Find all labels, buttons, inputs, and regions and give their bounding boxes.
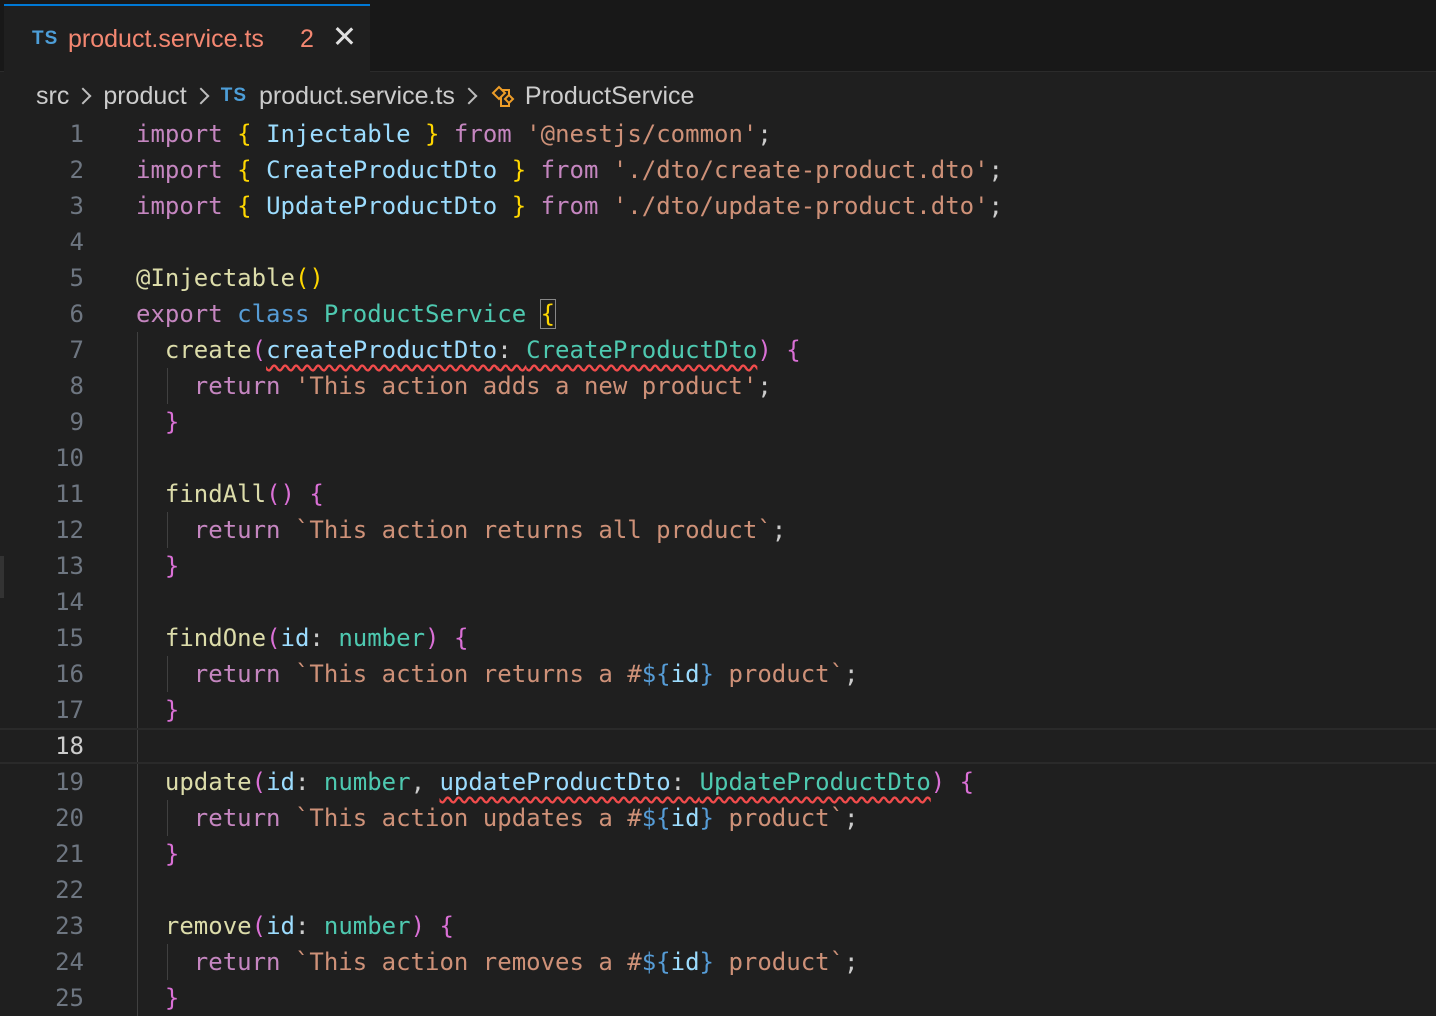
code-line[interactable]: 11 findAll() {	[0, 476, 1436, 512]
current-line[interactable]: 18	[0, 728, 1436, 764]
code-line[interactable]: 23 remove(id: number) {	[0, 908, 1436, 944]
line-code: }	[164, 408, 180, 436]
line-number: 1	[69, 120, 84, 148]
code-line[interactable]: 22	[0, 872, 1436, 908]
line-number: 3	[69, 192, 84, 220]
tab-product-service[interactable]: TS product.service.ts 2	[4, 4, 370, 72]
line-code: return `This action removes a #${id} pro…	[193, 948, 859, 976]
line-code: remove(id: number) {	[164, 912, 454, 940]
line-number: 18	[55, 732, 84, 760]
line-number: 11	[55, 480, 84, 508]
code-line[interactable]: 24 return `This action removes a #${id} …	[0, 944, 1436, 980]
line-number: 14	[55, 588, 84, 616]
class-symbol-icon	[491, 85, 515, 107]
line-number: 13	[55, 552, 84, 580]
line-code: findOne(id: number) {	[164, 624, 469, 652]
breadcrumb-file[interactable]: product.service.ts	[259, 82, 455, 111]
line-code: import { Injectable } from '@nestjs/comm…	[136, 120, 772, 148]
line-number: 5	[69, 264, 84, 292]
code-line[interactable]: 16 return `This action returns a #${id} …	[0, 656, 1436, 692]
code-line[interactable]: 3 import { UpdateProductDto } from './dt…	[0, 188, 1436, 224]
breadcrumb-product[interactable]: product	[103, 82, 186, 111]
line-number: 12	[55, 516, 84, 544]
line-code: findAll() {	[164, 480, 324, 508]
line-number: 9	[69, 408, 84, 436]
breadcrumb: src product TS product.service.ts Produc…	[36, 78, 694, 114]
line-code: @Injectable()	[136, 264, 324, 292]
close-icon[interactable]	[330, 22, 358, 50]
line-number: 23	[55, 912, 84, 940]
code-line[interactable]: 21 }	[0, 836, 1436, 872]
code-line[interactable]: 10	[0, 440, 1436, 476]
code-line[interactable]: 2 import { CreateProductDto } from './dt…	[0, 152, 1436, 188]
code-line[interactable]: 14	[0, 584, 1436, 620]
line-number: 19	[55, 768, 84, 796]
code-line[interactable]: 5 @Injectable()	[0, 260, 1436, 296]
code-line[interactable]: 6 export class ProductService {	[0, 296, 1436, 332]
line-code: return 'This action adds a new product';	[193, 372, 772, 400]
line-code: }	[164, 696, 180, 724]
chevron-right-icon	[460, 87, 478, 105]
code-line[interactable]: 17 }	[0, 692, 1436, 728]
line-code: update(id: number, updateProductDto: Upd…	[164, 768, 975, 796]
line-number: 7	[69, 336, 84, 364]
line-number: 25	[55, 984, 84, 1012]
line-number: 22	[55, 876, 84, 904]
line-number: 2	[69, 156, 84, 184]
code-line[interactable]: 25 }	[0, 980, 1436, 1016]
code-line[interactable]: 20 return `This action updates a #${id} …	[0, 800, 1436, 836]
tab-bar: TS product.service.ts 2	[0, 0, 1436, 72]
line-number: 8	[69, 372, 84, 400]
line-code: export class ProductService {	[136, 299, 557, 329]
code-line[interactable]: 9 }	[0, 404, 1436, 440]
chevron-right-icon	[192, 87, 210, 105]
line-code: import { CreateProductDto } from './dto/…	[136, 156, 1003, 184]
line-code: return `This action returns all product`…	[193, 516, 787, 544]
line-code: }	[164, 552, 180, 580]
code-line[interactable]: 8 return 'This action adds a new product…	[0, 368, 1436, 404]
breadcrumb-class[interactable]: ProductService	[525, 82, 695, 111]
breadcrumb-src[interactable]: src	[36, 82, 69, 111]
line-number: 21	[55, 840, 84, 868]
line-code: return `This action updates a #${id} pro…	[193, 804, 859, 832]
line-number: 10	[55, 444, 84, 472]
typescript-icon: TS	[220, 85, 247, 106]
line-code: }	[164, 840, 180, 868]
line-code: return `This action returns a #${id} pro…	[193, 660, 859, 688]
line-number: 16	[55, 660, 84, 688]
chevron-right-icon	[74, 87, 92, 105]
code-line[interactable]: 19 update(id: number, updateProductDto: …	[0, 764, 1436, 800]
tab-title[interactable]: product.service.ts	[68, 25, 264, 54]
code-editor[interactable]: 1 import { Injectable } from '@nestjs/co…	[0, 116, 1436, 1016]
code-line[interactable]: 12 return `This action returns all produ…	[0, 512, 1436, 548]
line-number: 20	[55, 804, 84, 832]
code-line[interactable]: 7 create(createProductDto: CreateProduct…	[0, 332, 1436, 368]
line-number: 15	[55, 624, 84, 652]
line-code: create(createProductDto: CreateProductDt…	[164, 336, 801, 364]
line-number: 4	[69, 228, 84, 256]
problem-count-badge: 2	[300, 25, 314, 53]
typescript-icon: TS	[32, 28, 59, 49]
line-code: import { UpdateProductDto } from './dto/…	[136, 192, 1003, 220]
line-number: 17	[55, 696, 84, 724]
code-line[interactable]: 1 import { Injectable } from '@nestjs/co…	[0, 116, 1436, 152]
line-number: 24	[55, 948, 84, 976]
code-line[interactable]: 4	[0, 224, 1436, 260]
line-code: }	[164, 984, 180, 1012]
line-number: 6	[69, 300, 84, 328]
code-line[interactable]: 13 }	[0, 548, 1436, 584]
code-line[interactable]: 15 findOne(id: number) {	[0, 620, 1436, 656]
